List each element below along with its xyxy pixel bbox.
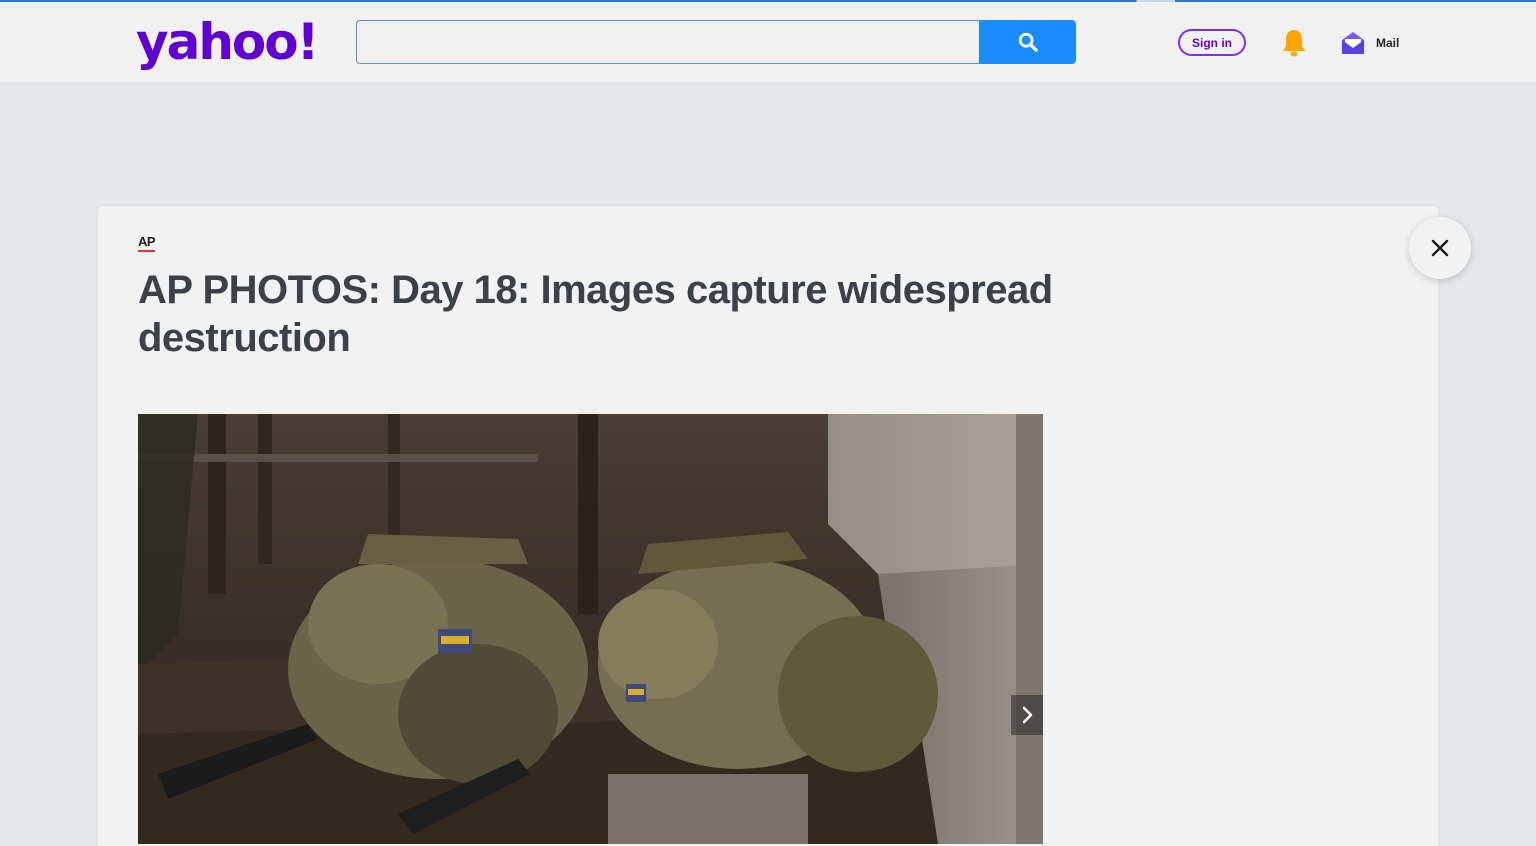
chevron-right-icon: [1022, 706, 1033, 724]
search-input[interactable]: [356, 20, 980, 64]
close-icon: [1431, 239, 1449, 257]
search-button[interactable]: [979, 20, 1076, 64]
sign-in-button[interactable]: Sign in: [1178, 29, 1246, 56]
article-modal: AP AP PHOTOS: Day 18: Images capture wid…: [98, 206, 1438, 846]
article-photo[interactable]: [138, 414, 1043, 844]
provider-logo[interactable]: AP: [138, 235, 156, 252]
bell-icon: [1283, 30, 1305, 57]
top-header: yahoo! Sign in Mail: [0, 2, 1536, 82]
photo-illustration: [138, 414, 1043, 844]
article-title: AP PHOTOS: Day 18: Images capture widesp…: [138, 268, 1053, 360]
search-icon: [1018, 32, 1038, 52]
close-modal-button[interactable]: [1409, 217, 1471, 279]
notifications-button[interactable]: [1280, 28, 1308, 58]
mail-label: Mail: [1376, 36, 1400, 50]
mail-icon: [1342, 32, 1364, 54]
mail-link[interactable]: Mail: [1340, 28, 1399, 58]
next-photo-button[interactable]: [1011, 695, 1043, 735]
yahoo-logo[interactable]: yahoo!: [136, 14, 319, 70]
ad-space: [0, 82, 1536, 206]
